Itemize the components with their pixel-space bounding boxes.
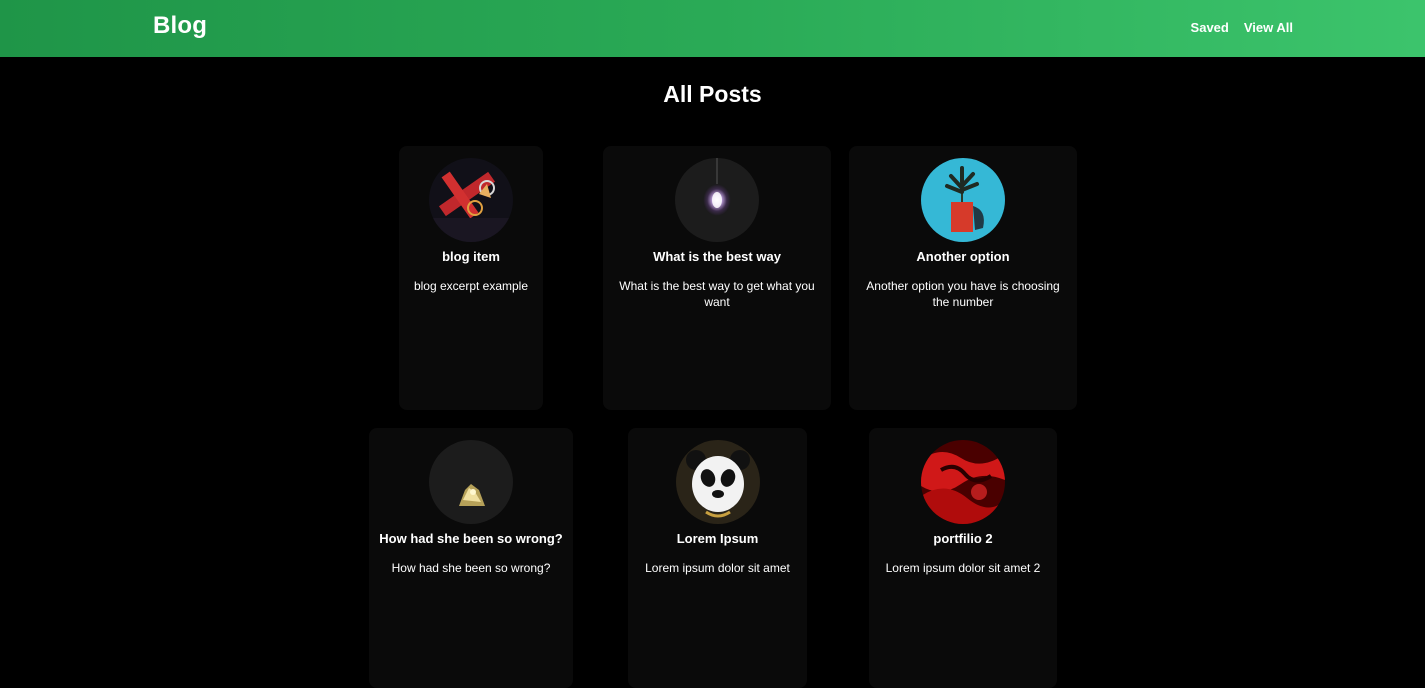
post-excerpt: How had she been so wrong? xyxy=(391,561,551,575)
post-title: Another option xyxy=(916,249,1010,264)
nav-link-saved[interactable]: Saved xyxy=(1191,20,1229,35)
post-excerpt: Another option you have is choosing the … xyxy=(866,279,1060,309)
post-card[interactable]: What is the best way What is the best wa… xyxy=(603,146,831,410)
panda-image xyxy=(675,440,760,524)
post-card[interactable]: Another option Another option you have i… xyxy=(849,146,1077,410)
post-title: portfilio 2 xyxy=(933,531,993,546)
post-excerpt: What is the best way to get what you wan… xyxy=(619,279,815,309)
post-card[interactable]: Lorem Ipsum Lorem ipsum dolor sit amet xyxy=(628,428,807,688)
post-card[interactable]: portfilio 2 Lorem ipsum dolor sit amet 2 xyxy=(869,428,1057,688)
post-card[interactable]: blog item blog excerpt example xyxy=(399,146,543,410)
motorbike-stunt-image xyxy=(429,158,513,242)
post-excerpt: Lorem ipsum dolor sit amet 2 xyxy=(885,561,1041,575)
post-excerpt: blog excerpt example xyxy=(413,279,529,293)
post-excerpt: Lorem ipsum dolor sit amet xyxy=(645,561,790,575)
top-navbar: Blog Saved View All xyxy=(0,0,1425,57)
nav-links: Saved View All xyxy=(1191,20,1293,35)
brand-logo-link[interactable]: Blog xyxy=(153,12,207,40)
page-title: All Posts xyxy=(663,81,762,107)
plant-pot-image xyxy=(921,158,1005,242)
post-title: How had she been so wrong? xyxy=(379,531,563,546)
post-title: blog item xyxy=(442,249,500,264)
light-bulb-image xyxy=(675,158,759,242)
sparkler-image xyxy=(429,440,513,524)
post-card[interactable]: How had she been so wrong? How had she b… xyxy=(369,428,573,688)
nav-link-view-all[interactable]: View All xyxy=(1244,20,1293,35)
post-title: Lorem Ipsum xyxy=(676,531,759,546)
post-title: What is the best way xyxy=(653,249,781,264)
red-abstract-image xyxy=(921,440,1005,524)
